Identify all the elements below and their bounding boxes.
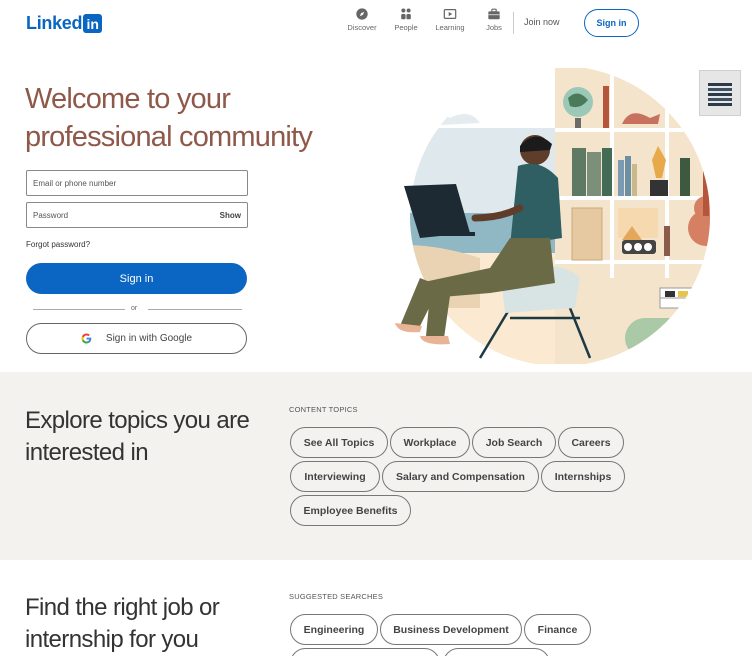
password-field-wrapper: Show xyxy=(26,202,248,228)
email-field[interactable] xyxy=(27,171,247,195)
side-thumbnail[interactable] xyxy=(699,70,741,116)
linkedin-logo[interactable]: Linked in xyxy=(26,13,103,34)
content-topics-label: CONTENT TOPICS xyxy=(289,405,358,414)
topic-pill[interactable]: See All Topics xyxy=(290,427,388,458)
logo-text: Linked xyxy=(26,13,83,33)
jobs-title: Find the right job or internship for you xyxy=(25,594,220,653)
divider-right xyxy=(148,309,242,310)
topic-pill[interactable]: Internships xyxy=(541,461,625,492)
hero-illustration xyxy=(395,68,710,364)
nav-label: Discover xyxy=(347,23,377,32)
nav-people[interactable]: People xyxy=(384,7,428,32)
password-field[interactable] xyxy=(27,203,247,227)
nav-label: People xyxy=(394,23,418,32)
hero-title: Welcome to your professional community xyxy=(25,83,313,153)
email-field-wrapper xyxy=(26,170,248,196)
nav-discover[interactable]: Discover xyxy=(340,7,384,32)
topic-pill[interactable]: Salary and Compensation xyxy=(382,461,539,492)
or-text: or xyxy=(131,305,138,312)
topic-pill[interactable]: Employee Benefits xyxy=(290,495,411,526)
topics-title: Explore topics you are interested in xyxy=(25,407,250,466)
forgot-password-link[interactable]: Forgot password? xyxy=(26,240,90,249)
nav-label: Learning xyxy=(435,23,465,32)
topic-pill[interactable]: Interviewing xyxy=(290,461,380,492)
divider-left xyxy=(33,309,125,310)
logo-in-box: in xyxy=(83,14,103,33)
compass-icon xyxy=(356,8,368,20)
sign-in-button[interactable]: Sign in xyxy=(26,263,247,294)
topic-pill[interactable]: Careers xyxy=(558,427,624,458)
stack-icon xyxy=(708,83,732,106)
google-icon xyxy=(81,333,92,344)
people-icon xyxy=(401,8,411,20)
topic-pill[interactable]: Job Search xyxy=(472,427,556,458)
suggested-searches-label: SUGGESTED SEARCHES xyxy=(289,592,384,601)
nav-links: Discover People Learning Jobs xyxy=(340,7,516,32)
top-nav: Linked in Discover People Learning Jobs … xyxy=(0,0,752,50)
join-now-link[interactable]: Join now xyxy=(524,17,560,27)
google-button-label: Sign in with Google xyxy=(105,333,193,344)
play-icon xyxy=(443,9,457,19)
nav-label: Jobs xyxy=(486,23,502,32)
nav-jobs[interactable]: Jobs xyxy=(472,7,516,32)
search-pill-partial[interactable] xyxy=(290,648,440,656)
search-pill[interactable]: Business Development xyxy=(380,614,522,645)
nav-learning[interactable]: Learning xyxy=(428,7,472,32)
google-sign-in-button[interactable]: Sign in with Google xyxy=(26,323,247,354)
search-pill-partial[interactable] xyxy=(443,648,550,656)
show-password-button[interactable]: Show xyxy=(220,211,241,220)
sign-in-header-button[interactable]: Sign in xyxy=(584,9,639,37)
nav-divider xyxy=(513,12,514,34)
search-pill[interactable]: Finance xyxy=(524,614,591,645)
topic-pill[interactable]: Workplace xyxy=(390,427,470,458)
search-pill[interactable]: Engineering xyxy=(290,614,378,645)
briefcase-icon xyxy=(488,8,500,20)
